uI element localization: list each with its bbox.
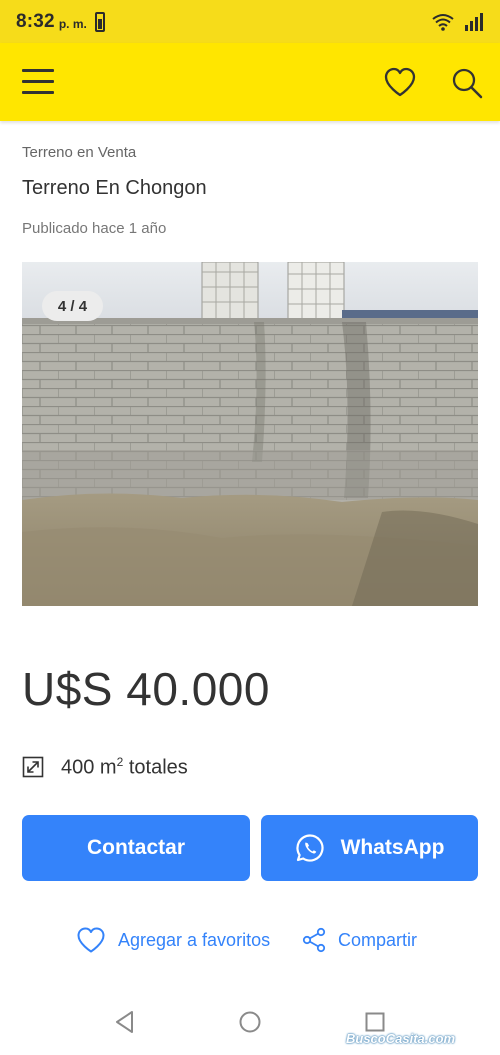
whatsapp-button-label: WhatsApp	[340, 836, 445, 859]
area-suffix: totales	[123, 756, 188, 779]
menu-icon[interactable]	[22, 69, 56, 95]
whatsapp-icon	[295, 834, 324, 862]
battery-icon	[94, 11, 105, 32]
listing-title: Terreno En Chongon	[22, 177, 207, 199]
status-ampm: p. m.	[58, 16, 87, 31]
search-icon[interactable]	[450, 66, 484, 100]
whatsapp-button[interactable]: WhatsApp	[261, 815, 478, 881]
add-to-favorites-label: Agregar a favoritos	[118, 929, 271, 950]
home-icon[interactable]	[235, 1007, 265, 1037]
image-counter-badge: 4 / 4	[42, 291, 103, 321]
system-nav-bar	[0, 995, 500, 1055]
status-icons	[432, 12, 484, 31]
listing-price: U$S 40.000	[22, 663, 270, 715]
area-info: 400 m2 totales	[22, 754, 188, 780]
signal-icon	[465, 12, 483, 31]
share-icon	[302, 927, 326, 953]
heart-icon[interactable]	[383, 66, 417, 98]
wifi-icon	[432, 13, 454, 31]
photo-gallery[interactable]: 4 / 4	[22, 262, 478, 606]
heart-icon	[77, 927, 105, 953]
add-to-favorites-link[interactable]: Agregar a favoritos	[76, 924, 270, 956]
watermark: BuscoCasita.com	[346, 1031, 456, 1046]
contact-button-label: Contactar	[86, 836, 186, 859]
app-header	[0, 43, 500, 121]
area-text: 400 m2 totales	[61, 755, 188, 780]
published-date: Publicado hace 1 año	[22, 220, 167, 237]
area-value: 400 m	[61, 756, 117, 779]
share-label: Compartir	[338, 929, 418, 950]
back-icon[interactable]	[110, 1007, 140, 1037]
contact-button[interactable]: Contactar	[22, 815, 250, 881]
category-label[interactable]: Terreno en Venta	[22, 144, 136, 161]
status-time: 8:32	[16, 10, 55, 32]
share-link[interactable]: Compartir	[302, 924, 417, 956]
status-bar: 8:32 p. m.	[0, 0, 500, 43]
area-icon	[22, 756, 44, 778]
